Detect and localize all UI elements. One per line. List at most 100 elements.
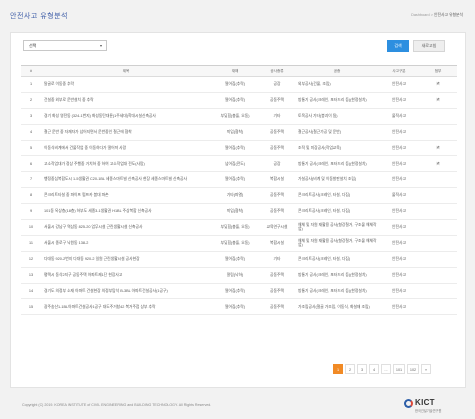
breadcrumb-dashboard[interactable]: Dashboard [411,13,430,17]
table-row[interactable]: 14 경기도 의정부 소재 아파트 건설현장 의정부탑석 B-3BL 아파트건설공… [21,283,457,300]
row-attachment-icon[interactable]: 🖹 [419,140,457,157]
row-title[interactable]: 101동 옥상층(18층) 하부도 세종3-1생활권 H1BL 주상복합 신축공… [41,203,211,221]
table-row[interactable]: 4 철근 운반 중 자재자가 넘어지면서 운반중인 철근에 협착 끼임(협착) 공동주… [21,124,457,141]
page-ellipsis-button[interactable]: ... [381,364,391,374]
row-process: 방통기 공사(크레인, 포터드리 등)(한정설치) [295,155,379,173]
row-process: 조적 및 미장공사(작업교육) [295,140,379,157]
row-title[interactable]: 경기 화성 영전동 (324-1번지) 화성동탄대륜(1주세대)학대시설신축공사 [41,108,211,125]
row-attachment-icon[interactable]: 🖹 [419,92,457,109]
row-title[interactable]: 콘크리트타설 중 파이프 펌프카 붐대 파손 [41,187,211,205]
row-accident-type: 떨어짐(추락) [211,298,259,316]
row-title[interactable]: 탈골로 이동중 추락 [41,76,211,93]
row-work-type: 기타 [259,108,295,125]
row-accident-type: 기타(파열) [211,187,259,205]
table-row[interactable]: 2 건설중 외부로 운반설치 중 추락 떨어짐(추락) 공동주택 방통기 공사(크레인,… [21,92,457,109]
row-title[interactable]: 이동식비계에서 건물작업 중 이동하다가 떨어져 사망 [41,140,211,157]
row-accident-type: 떨어짐(추락) [211,76,259,93]
table-row[interactable]: 5 이동식비계에서 건물작업 중 이동하다가 떨어져 사망 떨어짐(추락) 공동주택 조… [21,140,457,157]
page-header: 안전사고 유형분석 Dashboard > 안전사고 유형분석 [0,0,475,32]
page-button[interactable]: 102 [407,364,419,374]
row-title[interactable]: 서울시 강남구 역삼동 825-20 업무시설 근린생활시설 신축공사 [41,219,211,236]
accident-table: # 제목 재해 공사종류 공종 사고구분 첨부 1 탈골로 이동중 추락 떨어짐(추… [21,65,457,316]
table-row[interactable]: 7 행정중심복합도시 1-5생활권 C20-1BL 세종스마트빌 신축공사 현장 … [21,171,457,189]
row-work-type: 공장 [259,155,295,173]
row-title[interactable]: 고소작업대가 정상 주행중 거치하 중 하여 고소작업대 전도(사망) [41,155,211,173]
row-attachment-icon[interactable] [419,219,457,236]
row-title[interactable]: 광주송산1-1BL아파트건설공사1공구 대도주거창42 복거주점 상부 추락 [41,298,211,316]
row-accident-type: 끼임(협착) [211,124,259,141]
row-accident-type: 부딪힘(충돌, 오동) [211,219,259,236]
row-title[interactable]: 철근 운반 중 자재자가 넘어지면서 운반중인 철근에 협착 [41,124,211,141]
row-process: 콘크리트공사(크레인, 타설, 다짐) [295,203,379,221]
row-accident-type: 부딪힘(충돌, 오동) [211,108,259,125]
page-button[interactable]: 4 [369,364,379,374]
copyright-text: Copyright (C) 2019. KOREA INSTITUTE of C… [22,403,212,407]
table-row[interactable]: 1 탈골로 이동중 추락 떨어짐(추락) 공장 외부공사(건물, 조립) 안전사고 🖹 [21,76,457,93]
row-title[interactable]: 다대동 920-2번지 다대동 920-2 일원 근린생활시설 공사현장 [41,251,211,268]
row-title[interactable]: 건설중 외부로 운반설치 중 추락 [41,92,211,109]
row-number: 1 [21,76,41,93]
row-attachment-icon[interactable] [419,203,457,221]
col-header-work: 공사종류 [259,65,295,77]
row-scope: 안전사고 [379,76,419,93]
logo-subtitle: 한국건설기술연구원 [415,409,442,413]
footer: Copyright (C) 2019. KOREA INSTITUTE of C… [0,392,475,419]
last-page-button[interactable]: » [421,364,431,374]
row-title[interactable]: 서울시 종로구 낙원동 138-2 [41,235,211,252]
search-button[interactable]: 검색 [387,40,409,52]
row-number: 6 [21,155,41,173]
table-row[interactable]: 10 서울시 강남구 역삼동 825-20 업무시설 근린생활시설 신축공사 부딪힘… [21,219,457,236]
row-attachment-icon[interactable] [419,267,457,284]
row-process: 콘크리트공사(크레인, 타설, 다짐) [295,187,379,205]
refresh-button[interactable]: 새로고침 [413,40,445,52]
row-number: 12 [21,251,41,268]
row-attachment-icon[interactable] [419,283,457,300]
row-scope: 안전사고 [379,203,419,221]
row-title[interactable]: 평택시 동삭2지구 공동주택 아파트제1단 현장사고 [41,267,211,284]
row-attachment-icon[interactable]: 🖹 [419,155,457,173]
row-attachment-icon[interactable] [419,108,457,125]
table-row[interactable]: 9 101동 옥상층(18층) 하부도 세종3-1생활권 H1BL 주상복합 신축… [21,203,457,221]
row-number: 2 [21,92,41,109]
row-number: 7 [21,171,41,189]
row-attachment-icon[interactable]: 🖹 [419,76,457,93]
row-work-type: 공동주택 [259,283,295,300]
table-row[interactable]: 13 평택시 동삭2지구 공동주택 아파트제1단 현장사고 깔림(낙하) 공동주택 방통… [21,267,457,284]
logo-mark-icon [404,399,413,408]
row-scope: 안전사고 [379,219,419,236]
row-scope: 안전사고 [379,140,419,157]
row-attachment-icon[interactable] [419,124,457,141]
row-work-type: 복합시설 [259,235,295,252]
page-button[interactable]: 101 [393,364,405,374]
table-row[interactable]: 15 광주송산1-1BL아파트건설공사1공구 대도주거창42 복거주점 상부 추락… [21,298,457,316]
row-attachment-icon[interactable] [419,251,457,268]
table-row[interactable]: 6 고소작업대가 정상 주행중 거치하 중 하여 고소작업대 전도(사망) 넘어짐(… [21,155,457,173]
col-header-number: # [21,65,41,77]
row-attachment-icon[interactable] [419,235,457,252]
category-select[interactable]: 선택 ▾ [23,40,107,51]
page-button[interactable]: 2 [345,364,355,374]
row-scope: 물적사고 [379,108,419,125]
table-row[interactable]: 12 다대동 920-2번지 다대동 920-2 일원 근린생활시설 공사현장 떨어… [21,251,457,268]
row-scope: 안전사고 [379,298,419,316]
row-title[interactable]: 행정중심복합도시 1-5생활권 C20-1BL 세종스마트빌 신축공사 현장 세… [41,171,211,189]
row-attachment-icon[interactable] [419,187,457,205]
row-work-type: 복합시설 [259,171,295,189]
row-number: 11 [21,235,41,252]
row-number: 4 [21,124,41,141]
row-process: 해체 및 자원 재활용 공사(형강철거, 구조물 해체작업) [295,235,379,252]
row-title[interactable]: 경기도 의정부 소재 아파트 건설현장 의정부탑석 B-3BL 아파트건설공사(… [41,283,211,300]
page-button[interactable]: 1 [333,364,343,374]
page-button[interactable]: 3 [357,364,367,374]
table-row[interactable]: 3 경기 화성 영전동 (324-1번지) 화성동탄대륜(1주세대)학대시설신축공… [21,108,457,125]
table-row[interactable]: 11 서울시 종로구 낙원동 138-2 부딪힘(충돌, 오동) 복합시설 해체 및 자… [21,235,457,252]
row-scope: 안전사고 [379,124,419,141]
row-attachment-icon[interactable] [419,298,457,316]
row-attachment-icon[interactable] [419,171,457,189]
row-scope: 안전사고 [379,267,419,284]
main-panel: 선택 ▾ 검색 새로고침 # 제목 재해 공사종류 공종 사고구분 첨부 1 탈골… [10,32,466,388]
row-process: 토목공사 기타(붕괴이 됨) [295,108,379,125]
row-work-type: 공동주택 [259,267,295,284]
table-row[interactable]: 8 콘크리트타설 중 파이프 펌프카 붐대 파손 기타(파열) 공동주택 콘크리트공사(… [21,187,457,205]
row-scope: 안전사고 [379,155,419,173]
